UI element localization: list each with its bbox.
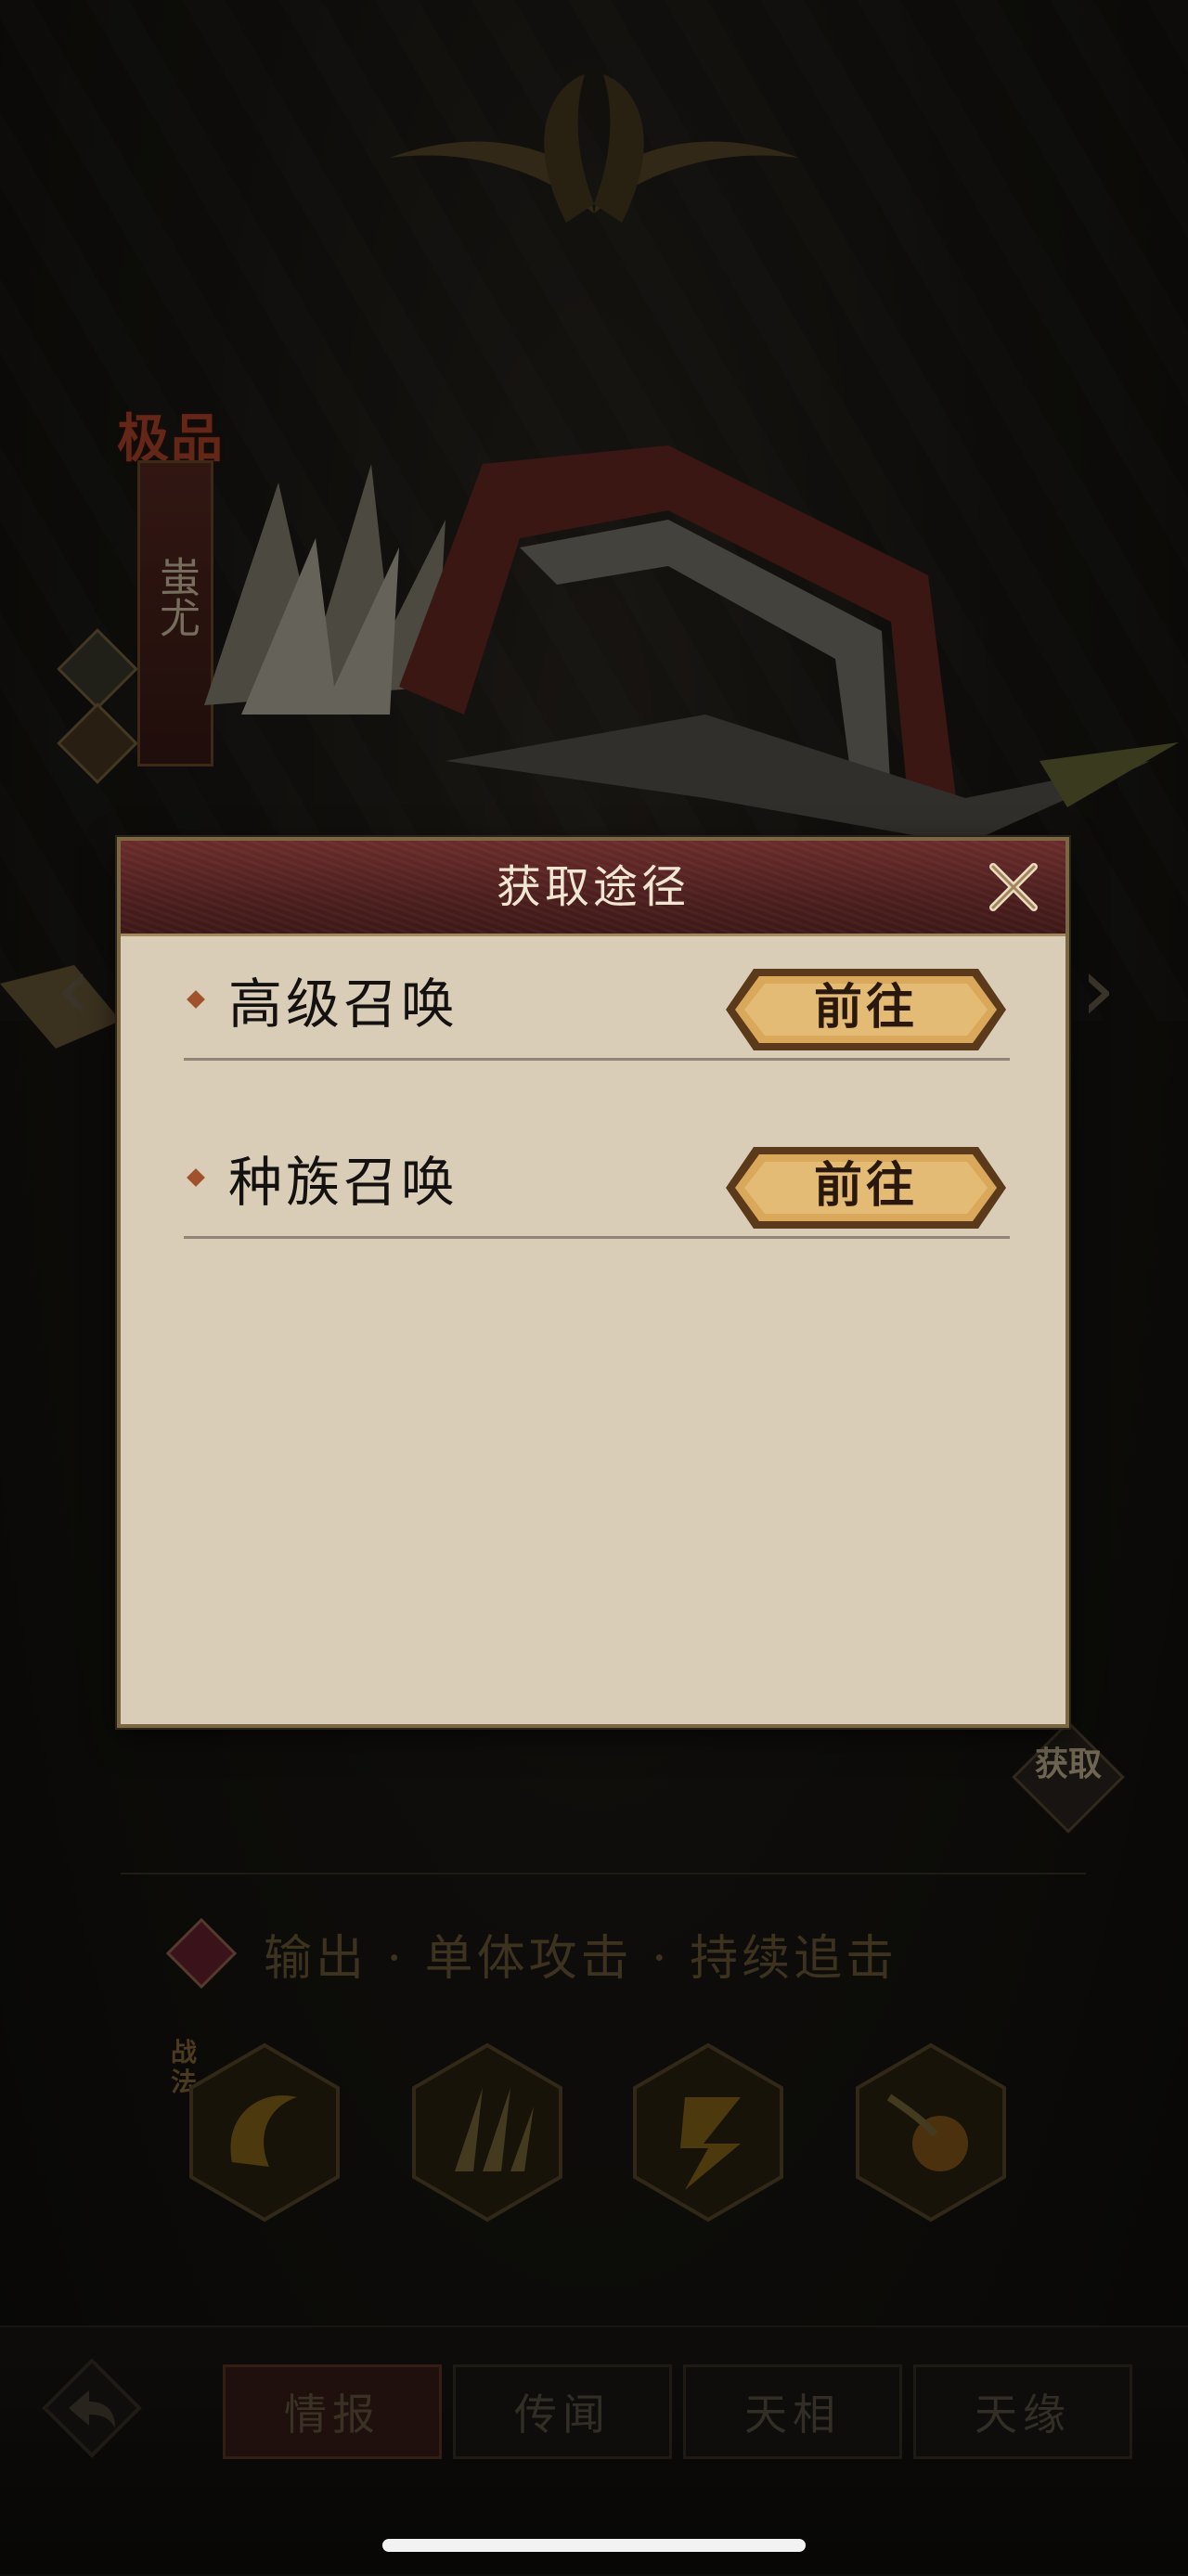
source-label: 高级召唤: [228, 972, 459, 1036]
source-label: 种族召唤: [228, 1151, 459, 1214]
go-button[interactable]: 前往: [722, 965, 1010, 1054]
acquire-dialog: 获取途径 高级召唤 前往 种族召唤 前往: [117, 837, 1069, 1728]
list-item: 种族召唤 前往: [184, 1106, 1010, 1239]
bullet-icon: [187, 990, 205, 1009]
dialog-header: 获取途径: [121, 841, 1065, 936]
dialog-title: 获取途径: [496, 861, 690, 913]
go-button[interactable]: 前往: [722, 1143, 1010, 1232]
go-button-label: 前往: [813, 979, 918, 1036]
close-icon[interactable]: [984, 857, 1043, 917]
bullet-icon: [187, 1168, 205, 1187]
go-button-label: 前往: [813, 1157, 918, 1214]
list-item: 高级召唤 前往: [184, 928, 1010, 1061]
home-indicator[interactable]: [382, 2539, 806, 2552]
